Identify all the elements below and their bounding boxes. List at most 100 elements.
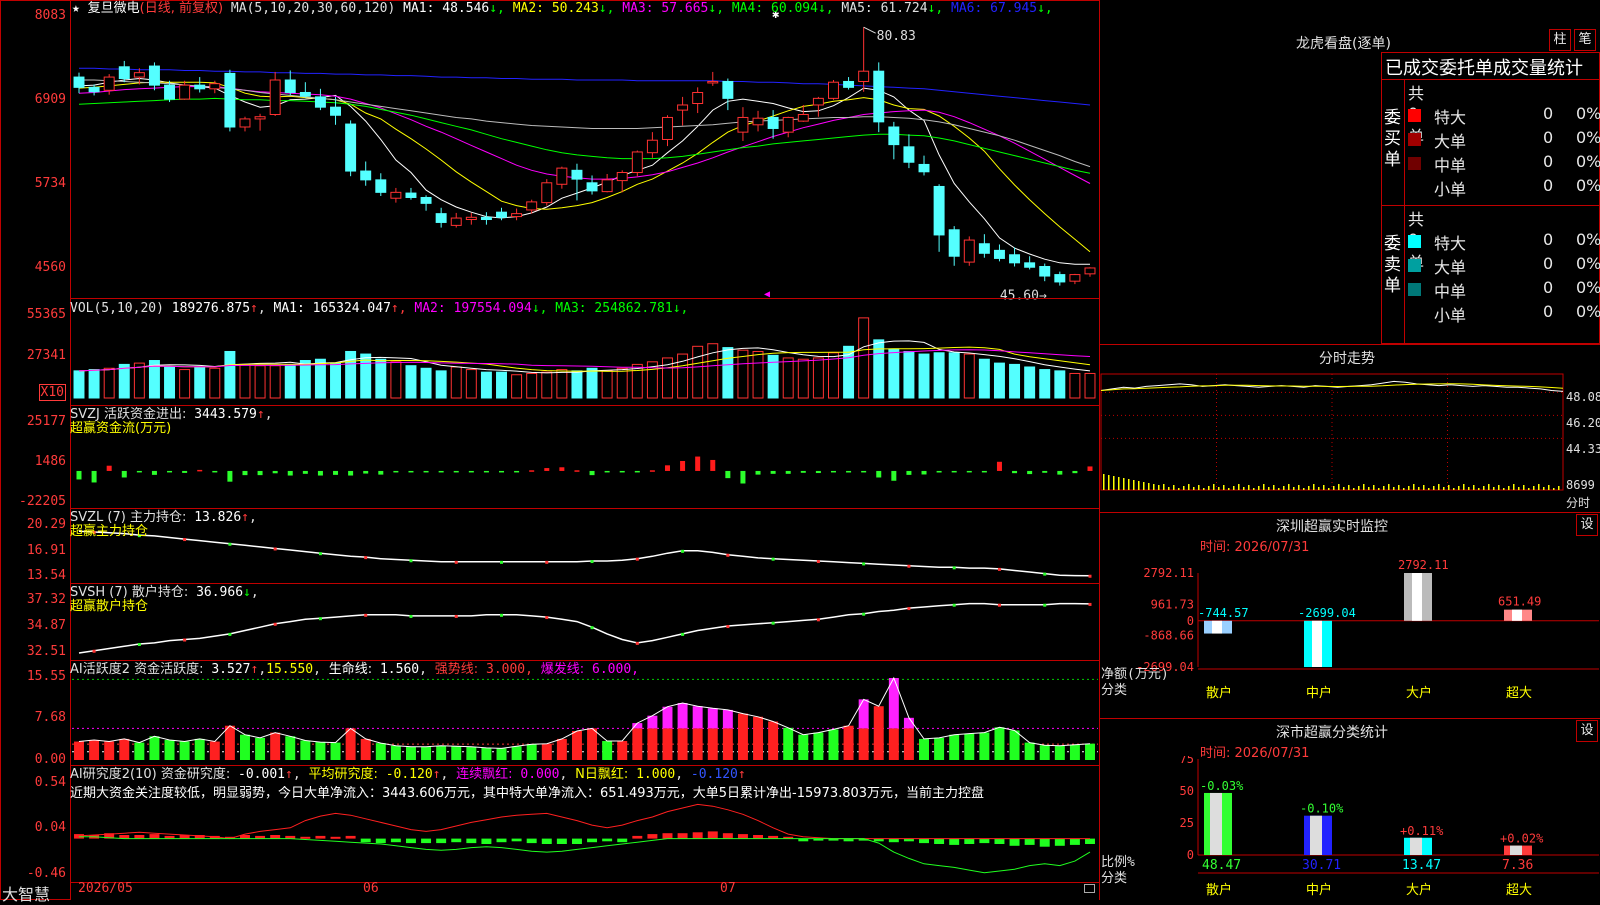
sz-settings-button[interactable]: 设	[1576, 514, 1598, 536]
intraday-vol-bar	[1543, 487, 1545, 490]
order-color-swatch	[1408, 133, 1421, 146]
intraday-vol-bar	[1353, 488, 1355, 490]
cls-change-label: +0.02%	[1500, 832, 1544, 846]
ai2-red-value: 0.000	[520, 767, 560, 782]
stock-name: 复旦微电	[87, 1, 140, 16]
vol-value: 189276.875	[171, 301, 251, 316]
price-tick: 6909	[34, 92, 66, 107]
order-count: 0	[1543, 176, 1554, 195]
ma-arrow: ↓,	[489, 1, 505, 16]
price-frame[interactable]	[70, 0, 1100, 299]
order-pct: 0%	[1576, 254, 1600, 273]
intraday-vol-bar	[1288, 484, 1290, 490]
intraday-vol-bar	[1478, 488, 1480, 490]
sz-value-label: 651.49	[1498, 595, 1541, 609]
ma-arrow: ↓,	[817, 1, 834, 16]
intraday-vol-bar	[1403, 488, 1405, 490]
price-tick: 5734	[34, 176, 66, 191]
ai1-tick: 15.55	[26, 669, 66, 684]
intraday-vol-bar	[1303, 488, 1305, 490]
intraday-vol-bar	[1433, 486, 1435, 490]
intraday-vol-bar	[1308, 486, 1310, 490]
intraday-vol-bar	[1133, 480, 1135, 490]
cls-settings-button[interactable]: 设	[1576, 720, 1598, 742]
intraday-vol-bar	[1313, 484, 1315, 490]
cls-bar-group	[1404, 837, 1432, 855]
svsh-tick: 34.87	[26, 618, 66, 633]
intraday-title: 分时走势	[1319, 351, 1375, 367]
cls-change-label: -0.03%	[1200, 779, 1244, 793]
intraday-vol-bar	[1438, 484, 1440, 490]
intraday-vol-bar	[1158, 485, 1160, 490]
cls-tick: 50	[1180, 784, 1194, 798]
cls-value-label: 30.71	[1302, 858, 1341, 873]
order-count: 0	[1543, 104, 1554, 123]
sz-tick: 0	[1187, 614, 1194, 628]
order-row: 中单 0 0%	[1408, 152, 1600, 176]
intraday-vol-bar	[1253, 488, 1255, 490]
ai2-frame[interactable]	[70, 765, 1100, 883]
order-stats-title: 已成交委托单成交量统计	[1385, 58, 1583, 79]
sz-category: 中户	[1306, 685, 1332, 701]
sz-bar-group	[1404, 573, 1432, 621]
intraday-vol-bar	[1373, 485, 1375, 490]
intraday-chart[interactable]	[1099, 366, 1600, 512]
sz-tick: 961.73	[1151, 597, 1194, 611]
cls-bar-group	[1304, 815, 1332, 855]
intraday-vol-bar	[1553, 488, 1555, 490]
sz-value-label: -2699.04	[1298, 606, 1356, 620]
intraday-vol-bar	[1298, 485, 1300, 490]
vol-unit-badge[interactable]: X10	[38, 384, 66, 401]
bar-mode-button[interactable]: 柱	[1549, 29, 1571, 51]
intraday-vol-bar	[1183, 486, 1185, 490]
cls-ratio-chart: 75 50 25 0 比例%分类 -0.03% 48.47 散户 -0.10% 30.71 中户 +0…	[1101, 756, 1599, 898]
order-color-swatch	[1408, 307, 1421, 320]
intraday-vol-bar	[1273, 485, 1275, 490]
intraday-vol-bar	[1238, 484, 1240, 490]
order-count: 0	[1543, 302, 1554, 321]
svsh-title: SVSH (7) 散户持仓:	[70, 585, 189, 600]
intraday-vol-bar	[1518, 487, 1520, 490]
cls-ylabel: 比例%	[1101, 855, 1135, 870]
ai1-life-value: 1.560	[379, 662, 420, 677]
order-count: 0	[1543, 230, 1554, 249]
order-count: 0	[1543, 278, 1554, 297]
intraday-vol-bar	[1278, 488, 1280, 490]
intraday-vol-bar	[1443, 487, 1445, 490]
lock-icon[interactable]	[1084, 884, 1095, 893]
intraday-vol-bar	[1243, 487, 1245, 490]
tick-mode-button[interactable]: 笔	[1574, 29, 1596, 51]
ma-values: MA1: 48.546↓, MA2: 50.243↓, MA3: 57.665↓…	[403, 1, 1053, 16]
vol-ma-value-1: MA1: 165324.047	[273, 301, 391, 316]
intraday-vol-bar	[1488, 484, 1490, 490]
intraday-vol-bar	[1468, 487, 1470, 490]
svzl-tick: 13.54	[26, 568, 66, 583]
intraday-vol-bar	[1528, 488, 1530, 490]
star-icon[interactable]: ★	[72, 1, 80, 16]
cls-bar-highlight	[1210, 792, 1222, 855]
intraday-vol-bar	[1168, 487, 1170, 490]
ai1-life-label: 生命线:	[328, 662, 373, 677]
ai1-strong-value: 3.000	[486, 662, 526, 677]
vol-ma-value-2: MA2: 197554.094	[406, 301, 532, 316]
ai2-title: AI研究度2(10) 资金研究度:	[70, 767, 231, 782]
svzj-title-bar: SVZJ 活跃资金进出: 3443.579↑,	[70, 407, 273, 422]
ai1-tick: 0.00	[34, 752, 66, 767]
intraday-vol-bar	[1128, 479, 1130, 490]
svzl-title-bar: SVZL (7) 主力持仓: 13.826↑,	[70, 510, 257, 525]
order-row: 特大 0 0%	[1408, 230, 1600, 254]
intraday-vol-bar	[1178, 488, 1180, 490]
cls-stats-title: 深市超赢分类统计	[1276, 725, 1388, 741]
date-label: 06	[363, 881, 379, 896]
period-mode[interactable]: (日线, 前复权)	[140, 1, 223, 16]
svsh-tick: 32.51	[26, 644, 66, 659]
svsh-subtitle: 超赢散户持仓	[70, 599, 149, 614]
intraday-vol-bar	[1358, 486, 1360, 490]
cls-change-label: -0.10%	[1300, 802, 1344, 816]
intraday-vol-bar	[1448, 485, 1450, 490]
sz-value-label: 2792.11	[1398, 558, 1449, 572]
intraday-vol-bar	[1428, 488, 1430, 490]
ma-arrow: ↓,	[927, 1, 944, 16]
svsh-value: 36.966	[196, 585, 244, 600]
ai2-n-label: N日飘红:	[575, 767, 629, 782]
